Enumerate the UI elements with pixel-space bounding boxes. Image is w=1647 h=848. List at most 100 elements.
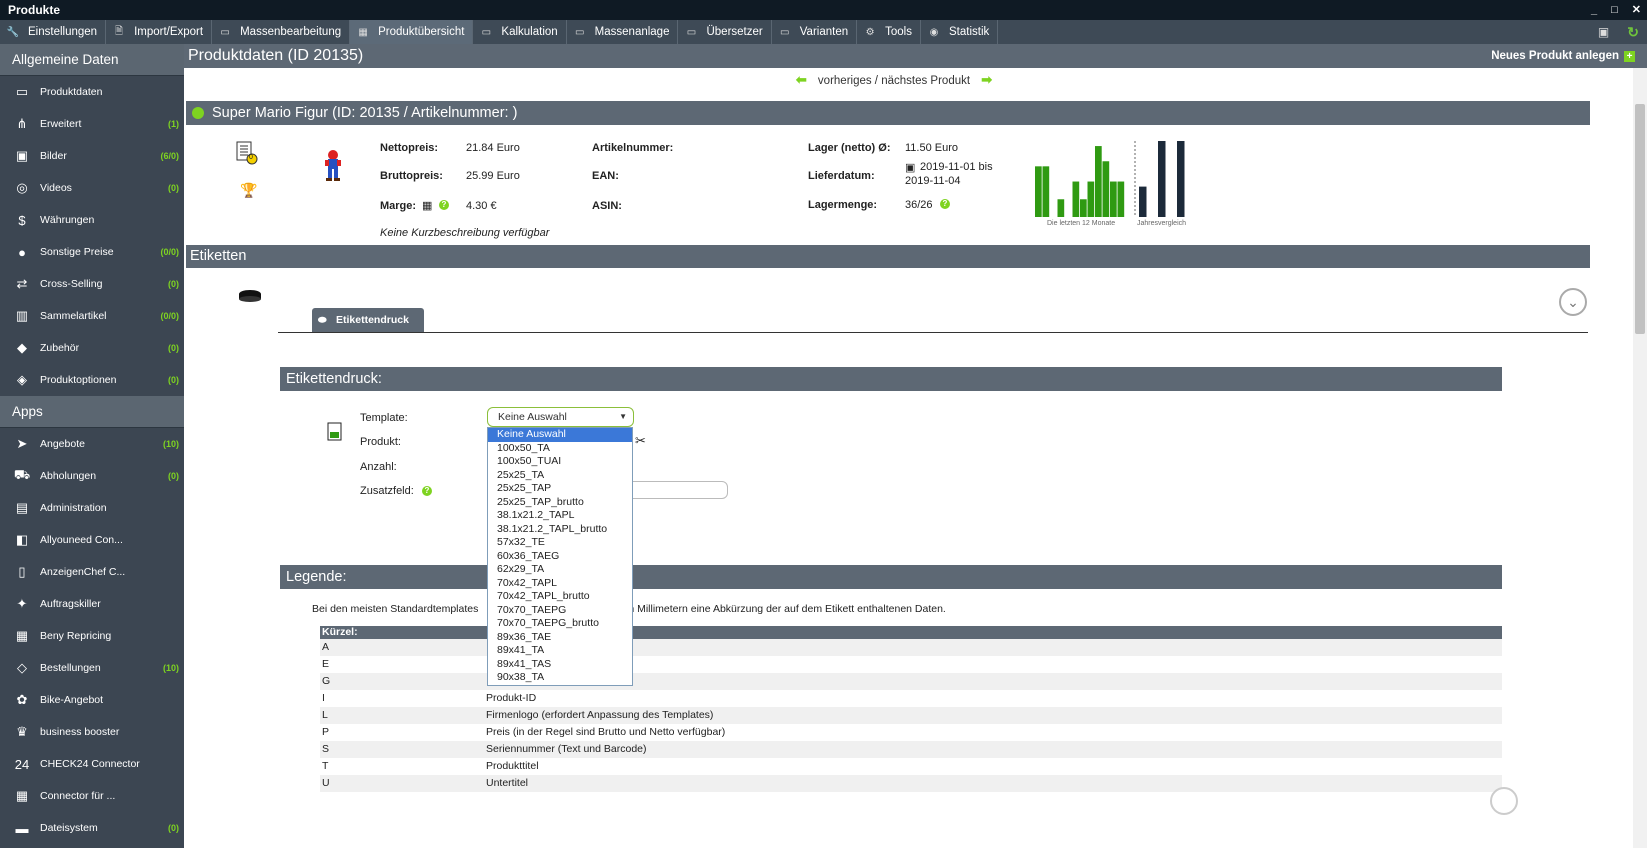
template-option[interactable]: 70x70_TAEPG_brutto <box>488 617 632 631</box>
sidebar-item-label: Produktdaten <box>40 86 103 98</box>
sidebar-item-bike-angebot[interactable]: ✿ Bike-Angebot <box>0 684 184 716</box>
label-printer-icon <box>238 289 262 303</box>
sidebar-item-erweitert[interactable]: ⋔ Erweitert (1) <box>0 108 184 140</box>
tab-etikettendruck[interactable]: ⬬ Etikettendruck <box>312 308 424 333</box>
sidebar-item-count: (0) <box>168 183 179 193</box>
menu-einstellungen[interactable]: 🔧 Einstellungen <box>0 20 107 44</box>
maximize-button[interactable]: □ <box>1611 0 1618 20</box>
scroll-up-icon[interactable] <box>1490 787 1518 815</box>
menu-tools[interactable]: ⚙ Tools <box>857 20 921 44</box>
template-option[interactable]: 89x41_TAS <box>488 658 632 672</box>
sidebar-item-allyouneed-con[interactable]: ◧ Allyouneed Con... <box>0 524 184 556</box>
template-option[interactable]: 100x50_TA <box>488 442 632 456</box>
template-select[interactable]: Keine Auswahl ▼ <box>487 407 634 427</box>
template-option[interactable]: 38.1x21.2_TAPL <box>488 509 632 523</box>
template-option[interactable]: Keine Auswahl <box>488 428 632 442</box>
kuerzel-cell: S <box>322 743 330 755</box>
template-option[interactable]: 25x25_TAP <box>488 482 632 496</box>
sidebar-item-anzeigenchef-c[interactable]: ▯ AnzeigenChef C... <box>0 556 184 588</box>
help-icon[interactable]: ? <box>422 485 432 497</box>
sidebar-item-sammelartikel[interactable]: ▥ Sammelartikel (0/0) <box>0 300 184 332</box>
sidebar-item-label: Connector für ... <box>40 790 116 802</box>
refresh-icon[interactable]: ↻ <box>1627 24 1639 41</box>
template-option[interactable]: 89x41_TA <box>488 644 632 658</box>
sidebar-item-zubehör[interactable]: ◆ Zubehör (0) <box>0 332 184 364</box>
sidebar-item-angebote[interactable]: ➤ Angebote (10) <box>0 428 184 460</box>
sidebar-item-währungen[interactable]: $ Währungen <box>0 204 184 236</box>
minimize-button[interactable]: _ <box>1591 0 1597 20</box>
template-option[interactable]: 100x50_TUAI <box>488 455 632 469</box>
sidebar-item-check24-connector[interactable]: 24 CHECK24 Connector <box>0 748 184 780</box>
menu-import-export[interactable]: 🗎 Import/Export <box>106 20 213 44</box>
chart-bar-12-monate <box>1035 166 1042 217</box>
sidebar-item-count: (0) <box>168 823 179 833</box>
sidebar-item-icon: ▯ <box>18 564 26 579</box>
prev-next-label[interactable]: vorheriges / nächstes Produkt <box>818 75 970 87</box>
meaning-cell: Seriennummer (Text und Barcode) <box>486 743 647 755</box>
template-option[interactable]: 62x29_TA <box>488 563 632 577</box>
sidebar-item-business-booster[interactable]: ♛ business booster <box>0 716 184 748</box>
menu-produktübersicht[interactable]: ▦ Produktübersicht <box>350 20 474 44</box>
sidebar-item-cross-selling[interactable]: ⇄ Cross-Selling (0) <box>0 268 184 300</box>
user-icon[interactable]: ▣ <box>1598 25 1609 39</box>
scissors-icon[interactable]: ✂ <box>635 433 646 449</box>
sidebar-item-label: Bestellungen <box>40 662 101 674</box>
zusatzfeld-input[interactable] <box>624 481 728 499</box>
sidebar-item-icon: ▣ <box>15 148 29 163</box>
menu-massenanlage[interactable]: ▭ Massenanlage <box>567 20 679 44</box>
sidebar-item-beny-repricing[interactable]: ▦ Beny Repricing <box>0 620 184 652</box>
template-option[interactable]: 90x38_TA <box>488 671 632 685</box>
trophy-icon[interactable]: 🏆 <box>240 182 257 199</box>
menu-übersetzer[interactable]: ▭ Übersetzer <box>678 20 772 44</box>
calculator-icon[interactable]: ▦ <box>422 199 432 212</box>
chart-icon: ◉ <box>929 26 939 38</box>
product-image[interactable] <box>320 148 346 182</box>
template-option[interactable]: 70x42_TAPL_brutto <box>488 590 632 604</box>
table-row: I Produkt-ID <box>320 690 1502 707</box>
help-icon[interactable]: ? <box>439 199 449 211</box>
short-description: Keine Kurzbeschreibung verfügbar <box>380 227 550 239</box>
scrollbar-thumb[interactable] <box>1635 104 1645 334</box>
menu-varianten[interactable]: ▭ Varianten <box>772 20 858 44</box>
sidebar-item-produktdaten[interactable]: ▭ Produktdaten <box>0 76 184 108</box>
template-option[interactable]: 38.1x21.2_TAPL_brutto <box>488 523 632 537</box>
sidebar-item-dateisystem[interactable]: ▬ Dateisystem (0) <box>0 812 184 844</box>
sidebar-item-icon: ◆ <box>17 340 27 355</box>
menu-statistik[interactable]: ◉ Statistik <box>921 20 999 44</box>
box-icon: ▭ <box>481 26 492 38</box>
new-product-button[interactable]: Neues Produkt anlegen + <box>1491 44 1635 68</box>
menu-kalkulation[interactable]: ▭ Kalkulation <box>473 20 567 44</box>
template-option[interactable]: 57x32_TE <box>488 536 632 550</box>
product-document-icon[interactable]: 0 <box>236 141 258 165</box>
sidebar-item-videos[interactable]: ◎ Videos (0) <box>0 172 184 204</box>
sidebar-item-administration[interactable]: ▤ Administration <box>0 492 184 524</box>
template-option[interactable]: 89x36_TAE <box>488 631 632 645</box>
scrollbar[interactable] <box>1633 68 1647 848</box>
sidebar-item-bilder[interactable]: ▣ Bilder (6/0) <box>0 140 184 172</box>
help-icon[interactable]: ? <box>940 198 950 210</box>
template-option[interactable]: 70x70_TAEPG <box>488 604 632 618</box>
sidebar-item-icon: 24 <box>14 756 30 772</box>
sidebar-item-icon: $ <box>18 212 26 228</box>
sidebar-item-icon: ◇ <box>17 660 27 675</box>
collapse-chevron-icon[interactable]: ⌄ <box>1559 288 1587 316</box>
template-option[interactable]: 25x25_TAP_brutto <box>488 496 632 510</box>
sidebar-item-abholungen[interactable]: ⛟ Abholungen (0) <box>0 460 184 492</box>
sidebar-item-sonstige-preise[interactable]: ● Sonstige Preise (0/0) <box>0 236 184 268</box>
sidebar-item-connector-für[interactable]: ▦ Connector für ... <box>0 780 184 812</box>
chart-bar-12-monate <box>1042 166 1050 217</box>
sidebar-item-auftragskiller[interactable]: ✦ Auftragskiller <box>0 588 184 620</box>
new-product-label: Neues Produkt anlegen <box>1491 50 1619 62</box>
sidebar-section-apps: Apps <box>0 396 184 428</box>
template-option[interactable]: 25x25_TA <box>488 469 632 483</box>
sidebar-item-bestellungen[interactable]: ◇ Bestellungen (10) <box>0 652 184 684</box>
close-button[interactable]: ✕ <box>1632 0 1641 20</box>
menu-massenbearbeitung[interactable]: ▭ Massenbearbeitung <box>212 20 351 44</box>
next-arrow-icon[interactable]: ➡ <box>981 72 992 87</box>
template-option[interactable]: 60x36_TAEG <box>488 550 632 564</box>
document-badge-count: 0 <box>249 154 253 161</box>
template-option[interactable]: 70x42_TAPL <box>488 577 632 591</box>
prev-arrow-icon[interactable]: ⬅ <box>796 72 807 87</box>
sidebar-item-count: (0) <box>168 343 179 353</box>
sidebar-item-produktoptionen[interactable]: ◈ Produktoptionen (0) <box>0 364 184 396</box>
